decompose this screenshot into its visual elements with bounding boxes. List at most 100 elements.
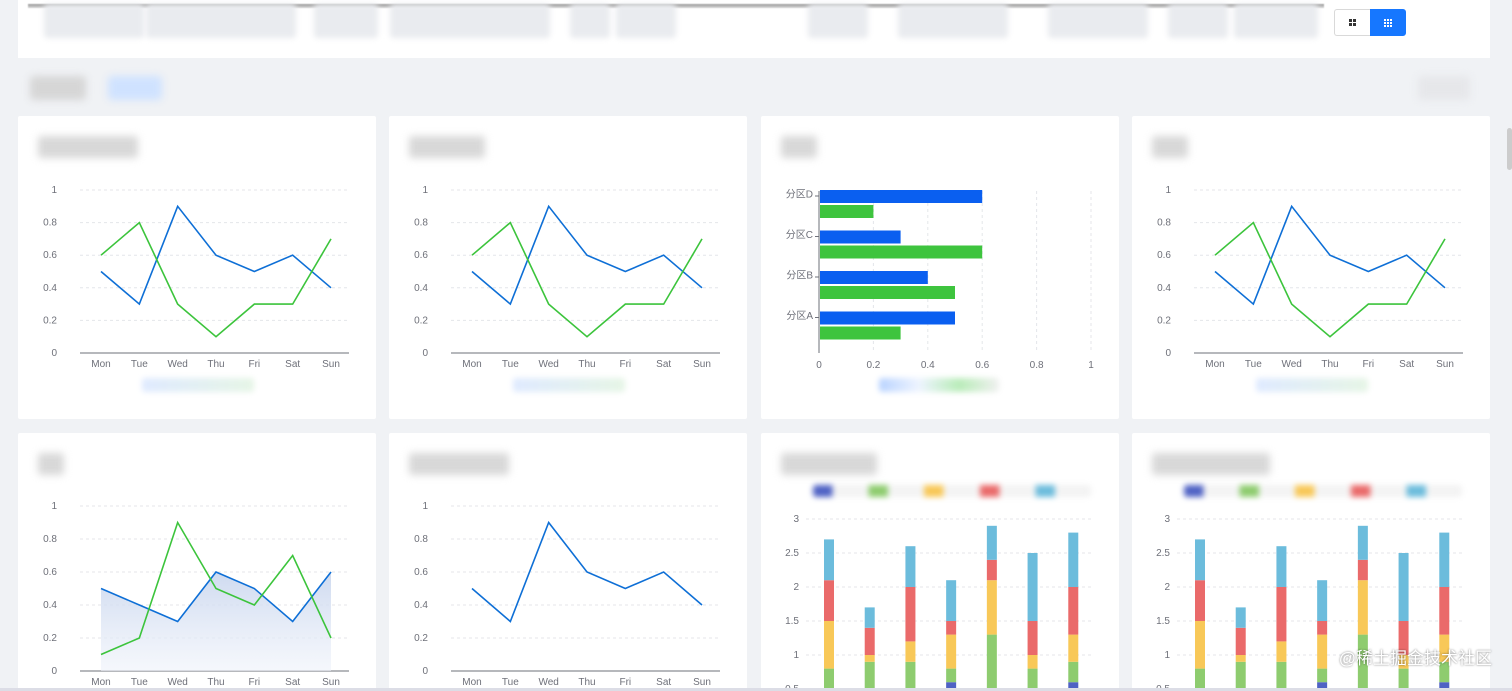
view-toggle [1334,9,1406,36]
x-tick-label: 0.4 [921,360,935,371]
filter-input-blurred[interactable] [1234,4,1318,38]
stack-segment [1195,539,1205,581]
filter-input-blurred[interactable] [1048,4,1148,38]
view-list-button[interactable] [1370,9,1406,36]
filter-input-blurred[interactable] [146,4,296,38]
x-tick-label: Tue [502,677,519,688]
stack-segment [1317,580,1328,621]
y-tick-label: 0.8 [1157,218,1171,229]
y-tick-label: 1 [1164,650,1170,661]
x-tick-label: Thu [578,677,595,688]
x-tick-label: Fri [619,359,631,370]
y-tick-label: 1 [51,185,57,196]
x-tick-label: Wed [538,359,558,370]
stack-segment [1235,627,1246,655]
watermark: @稀土掘金技术社区 [1338,649,1492,668]
y-tick-label: 0.6 [414,250,428,261]
x-tick-label: Tue [131,359,148,370]
y-tick-label: 3 [793,514,799,525]
stack-segment [1195,668,1205,689]
y-tick-label: 3 [1164,514,1170,525]
x-tick-label: Sun [693,359,711,370]
toolbar-tag-blurred[interactable] [108,76,162,100]
x-tick-label: Wed [1281,359,1301,370]
chart-card: 0 0.2 0.4 0.6 0.8 1 分区A 分区B 分区C 分区D [761,116,1119,419]
y-tick-label: 0.2 [414,633,428,644]
x-tick-label: Thu [207,677,224,688]
x-tick-label: Thu [207,359,224,370]
bar [820,286,955,299]
x-tick-label: Sat [285,359,300,370]
y-tick-label: 0.2 [43,315,57,326]
x-tick-label: Thu [1321,359,1338,370]
legend-blurred [879,378,999,392]
stack-segment [1235,661,1246,691]
page-scrollbar[interactable] [1507,128,1512,170]
y-tick-label: 0.4 [43,600,57,611]
stack-segment [986,559,997,581]
x-tick-label: Sat [656,677,671,688]
filter-input-blurred[interactable] [898,4,1008,38]
toolbar-action-blurred[interactable] [1418,76,1470,100]
x-tick-label: Fri [248,677,260,688]
stack-segment [1357,525,1368,560]
grid-3x3-icon [1384,18,1392,27]
series-line [100,221,332,338]
x-tick-label: Sun [322,359,340,370]
chart-3: 0 0.2 0.4 0.6 0.8 1 分区A 分区B 分区C 分区D [786,188,1094,371]
stack-segment [1027,553,1038,621]
bar [820,271,928,284]
toolbar-button-blurred[interactable] [30,76,86,100]
x-tick-label: Tue [1245,359,1262,370]
view-grid-button[interactable] [1334,9,1370,36]
x-tick-label: Wed [538,677,558,688]
stack-segment [1317,634,1328,669]
stack-segment [946,668,957,683]
x-tick-label: Mon [91,677,110,688]
x-tick-label: Tue [131,677,148,688]
stack-segment [1357,559,1368,581]
y-tick-label: 0.4 [43,283,57,294]
x-tick-label: Wed [167,677,187,688]
bar [820,190,983,203]
x-tick-label: Sun [1436,359,1454,370]
series-line [1214,221,1446,338]
x-tick-label: 0.2 [866,360,880,371]
x-tick-label: Fri [619,677,631,688]
stack-segment [986,580,997,635]
stack-segment [824,539,834,581]
stack-segment [1357,580,1368,635]
stack-segment [1068,587,1079,635]
filter-label-blurred [44,4,144,38]
y-tick-label: 1 [422,185,428,196]
bar [820,311,955,325]
filter-input-blurred[interactable] [390,4,550,38]
area-fill [101,572,331,671]
filter-input-blurred[interactable] [616,4,676,38]
y-tick-label: 0.2 [43,633,57,644]
x-tick-label: Sat [285,677,300,688]
bar [820,205,874,218]
filter-label-blurred [808,4,868,38]
stack-segment [1195,580,1205,621]
x-tick-label: Sat [656,359,671,370]
chart-7: 0.511.522.53 [785,514,1091,691]
y-tick-label: 0.4 [1157,283,1171,294]
stack-segment [905,661,916,691]
stack-segment [824,668,834,689]
y-tick-label: 0.4 [414,283,428,294]
chart-6: 0 0.2 0.4 0.6 0.8 1 Mon Tue Wed Thu Fri Sat Sun [414,501,720,688]
stack-segment [1276,641,1287,662]
stack-segment [1439,532,1450,587]
chart-card: 0 0.2 0.4 0.6 0.8 1 Mon Tue Wed Thu Fri Sat Sun [389,116,747,419]
y-tick-label: 分区D [786,188,813,200]
y-tick-label: 2 [1164,582,1170,593]
y-tick-label: 0 [422,666,428,677]
stack-segment [1317,621,1328,635]
stack-segment [1439,587,1450,635]
series-line [471,221,703,338]
x-tick-label: Tue [502,359,519,370]
y-tick-label: 0.8 [414,534,428,545]
stack-segment [1235,655,1246,662]
stack-segment [1027,655,1038,669]
